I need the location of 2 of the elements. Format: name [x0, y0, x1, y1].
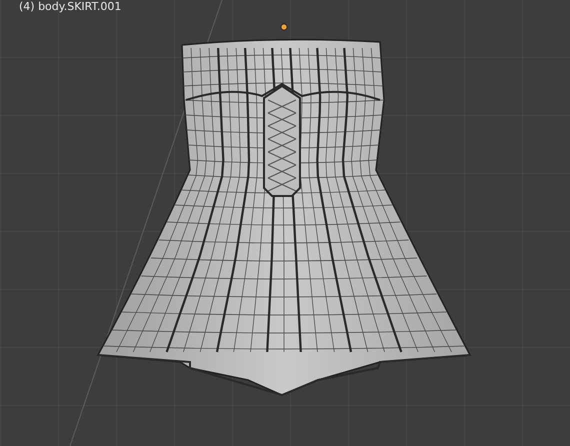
- origin-dot: [280, 24, 288, 30]
- object-label: (4) body.SKIRT.001: [19, 1, 122, 13]
